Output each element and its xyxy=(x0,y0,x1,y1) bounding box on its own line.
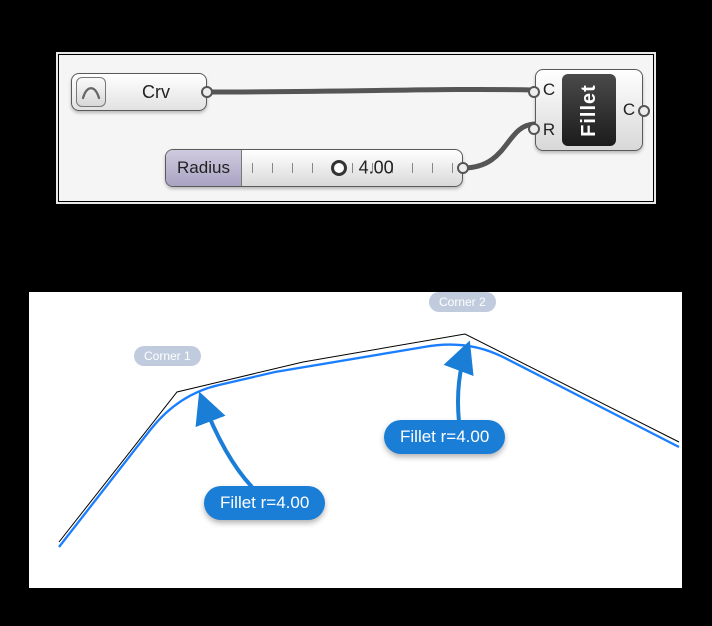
slider-output-grip[interactable] xyxy=(457,162,469,174)
slider-label: Radius xyxy=(166,150,242,186)
viewport-drawing xyxy=(29,292,682,588)
filleted-curve xyxy=(59,345,679,547)
slider-track[interactable]: 4.00 xyxy=(242,150,462,186)
callout-corner-1: Fillet r=4.00 xyxy=(204,486,325,520)
slider-handle[interactable] xyxy=(331,160,347,176)
callout-corner-2: Fillet r=4.00 xyxy=(384,420,505,454)
fillet-input-radius-grip[interactable] xyxy=(528,123,540,135)
fillet-title: Fillet xyxy=(577,84,600,137)
fillet-input-curve-label: C xyxy=(543,80,555,100)
number-slider[interactable]: Radius 4.00 xyxy=(165,149,463,187)
curve-icon xyxy=(76,77,106,107)
fillet-output-label: C xyxy=(623,100,635,120)
gh-canvas: Crv Radius 4.00 C R Fillet xyxy=(58,54,654,202)
curve-param-label: Crv xyxy=(106,82,206,103)
viewport: Corner 1 Corner 2 Fillet r=4.00 Fillet r… xyxy=(29,292,682,588)
wire-radius-to-fillet xyxy=(463,124,535,168)
wire-crv-to-fillet xyxy=(207,89,535,92)
curve-output-grip[interactable] xyxy=(201,86,213,98)
fillet-component[interactable]: C R Fillet C xyxy=(535,69,643,151)
curve-param-component[interactable]: Crv xyxy=(71,73,207,111)
corner-1-label: Corner 1 xyxy=(134,346,201,366)
fillet-outputs: C xyxy=(616,70,642,150)
corner-2-label: Corner 2 xyxy=(429,292,496,312)
fillet-inputs: C R xyxy=(536,70,562,150)
fillet-body: Fillet xyxy=(562,74,616,146)
fillet-input-curve-grip[interactable] xyxy=(528,86,540,98)
fillet-input-radius-label: R xyxy=(543,120,555,140)
slider-value: 4.00 xyxy=(359,158,394,179)
